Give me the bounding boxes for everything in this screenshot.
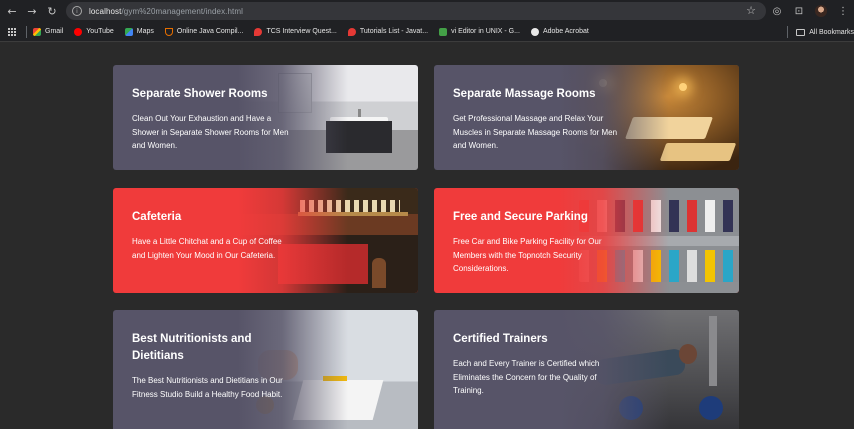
all-bookmarks-label: All Bookmarks [809,28,854,36]
card-text: Separate Massage Rooms Get Professional … [453,65,618,153]
card-title: Certified Trainers [453,333,548,345]
url-text[interactable]: localhost/gym%20management/index.html [89,7,243,16]
bookmark-label: Online Java Compil... [176,28,244,35]
url-host: localhost [89,6,122,16]
bookmarks-bar: Gmail YouTube Maps Online Java Compil...… [0,22,854,42]
bookmark-star-icon[interactable]: ☆ [746,4,756,17]
all-bookmarks[interactable]: All Bookmarks [787,22,854,42]
card-description: Clean Out Your Exhaustion and Have a Sho… [132,114,289,150]
card-description: The Best Nutritionists and Dietitians in… [132,376,283,399]
card-text: Cafeteria Have a Little Chitchat and a C… [132,188,297,262]
bookmark-youtube[interactable]: YouTube [74,27,114,36]
forward-arrow-icon[interactable]: → [22,1,42,21]
card-title: Cafeteria [132,211,182,223]
bookmark-gfg[interactable]: vi Editor in UNIX - G... [439,27,520,36]
extension-icon[interactable]: ◎ [766,0,788,22]
maps-icon [124,27,133,36]
gfg-icon [439,27,448,36]
bookmark-java[interactable]: Online Java Compil... [164,27,244,36]
apps-grid-icon[interactable] [8,27,16,36]
card-description: Have a Little Chitchat and a Cup of Coff… [132,237,282,260]
bookmark-separator [26,25,27,38]
bookmark-label: Gmail [45,28,64,35]
service-card-massage[interactable]: Separate Massage Rooms Get Professional … [434,65,739,170]
bookmark-separator [787,26,789,38]
bookmark-label: Adobe Acrobat [542,28,589,35]
browser-toolbar: ← → ↻ i localhost/gym%20management/index… [0,0,854,22]
card-description: Get Professional Massage and Relax Your … [453,114,618,150]
url-path: /gym%20management/index.html [121,6,244,16]
gmail-icon [33,27,41,36]
card-text: Separate Shower Rooms Clean Out Your Exh… [132,65,297,153]
bookmark-gmail[interactable]: Gmail [33,27,64,36]
reload-icon[interactable]: ↻ [42,1,62,21]
card-description: Each and Every Trainer is Certified whic… [453,359,600,395]
javatpoint-icon [347,27,356,36]
bookmark-label: vi Editor in UNIX - G... [451,28,520,35]
avatar [815,5,827,17]
profile-avatar[interactable] [810,0,832,22]
card-text: Free and Secure Parking Free Car and Bik… [453,188,618,276]
bookmark-maps[interactable]: Maps [124,27,154,36]
service-card-trainers[interactable]: Certified Trainers Each and Every Traine… [434,310,739,429]
page-content: Separate Shower Rooms Clean Out Your Exh… [0,43,854,429]
menu-dots-icon[interactable]: ⋮ [832,0,854,22]
service-card-cafeteria[interactable]: Cafeteria Have a Little Chitchat and a C… [113,188,418,293]
service-card-nutritionists[interactable]: Best Nutritionists and Dietitians The Be… [113,310,418,429]
card-title: Separate Shower Rooms [132,88,268,100]
bookmark-label: YouTube [86,28,114,35]
bookmark-label: TCS Interview Quest... [266,28,337,35]
card-title: Separate Massage Rooms [453,88,596,100]
acrobat-icon [530,27,539,36]
card-text: Best Nutritionists and Dietitians The Be… [132,310,297,401]
bookmark-label: Maps [136,28,154,35]
youtube-icon [74,27,83,36]
service-card-shower[interactable]: Separate Shower Rooms Clean Out Your Exh… [113,65,418,170]
extensions-puzzle-icon[interactable]: ⊡ [788,0,810,22]
card-title: Free and Secure Parking [453,211,588,223]
address-bar[interactable]: i localhost/gym%20management/index.html … [66,2,766,20]
back-arrow-icon[interactable]: ← [2,1,22,21]
card-title: Best Nutritionists and Dietitians [132,333,252,362]
folder-icon [796,28,806,36]
service-card-parking[interactable]: Free and Secure Parking Free Car and Bik… [434,188,739,293]
site-info-icon[interactable]: i [72,6,82,16]
bookmark-tcs[interactable]: TCS Interview Quest... [254,27,337,36]
card-description: Free Car and Bike Parking Facility for O… [453,237,602,273]
tcs-icon [254,27,263,36]
bookmark-acrobat[interactable]: Adobe Acrobat [530,27,589,36]
bookmark-javatpoint[interactable]: Tutorials List - Javat... [347,27,429,36]
bookmark-label: Tutorials List - Javat... [359,28,429,35]
java-icon [164,27,173,36]
card-text: Certified Trainers Each and Every Traine… [453,310,618,398]
